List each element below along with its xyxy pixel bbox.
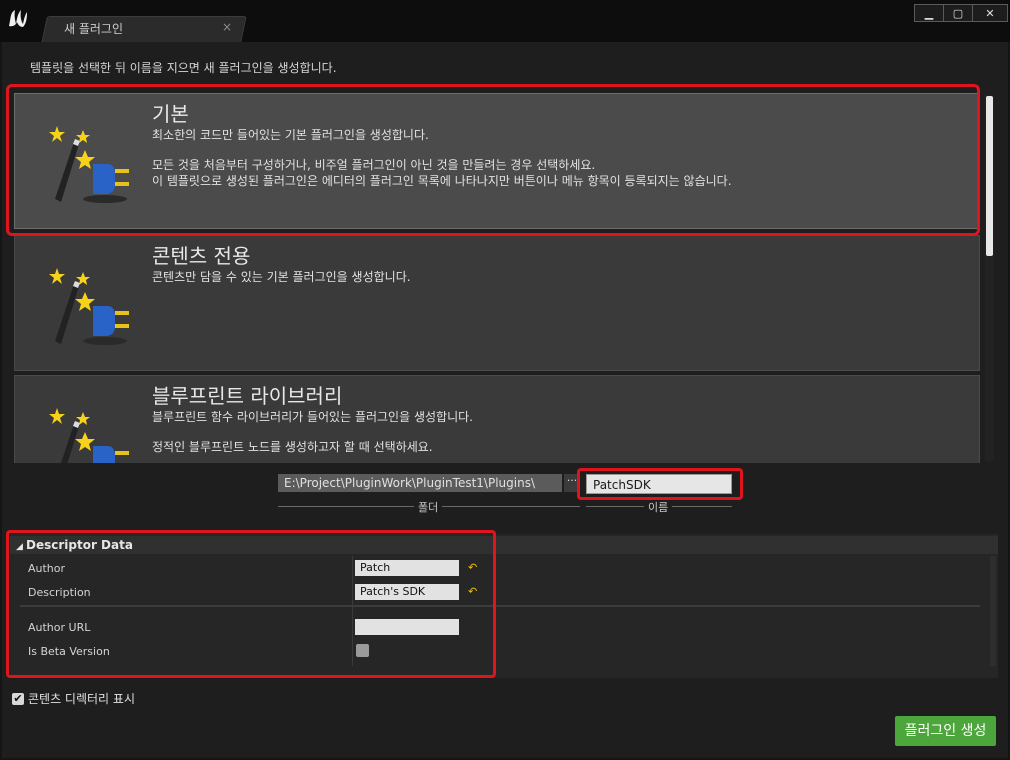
is-beta-version-label: Is Beta Version <box>28 645 110 658</box>
template-description: 블루프린트 함수 라이브러리가 들어있는 플러그인을 생성합니다. <box>152 410 473 424</box>
descriptor-data-title: Descriptor Data <box>26 538 133 552</box>
is-beta-version-checkbox[interactable] <box>356 644 369 657</box>
descriptor-separator <box>20 605 980 607</box>
window-controls: ▁ ▢ ✕ <box>914 4 1008 22</box>
reset-to-default-icon[interactable]: ↶ <box>468 585 477 598</box>
template-title: 블루프린트 라이브러리 <box>152 384 343 408</box>
instruction-text: 템플릿을 선택한 뒤 이름을 지으면 새 플러그인을 생성합니다. <box>30 61 337 75</box>
template-description: 콘텐츠만 담을 수 있는 기본 플러그인을 생성합니다. <box>152 270 411 284</box>
template-description: 모든 것을 처음부터 구성하거나, 비주얼 플러그인이 아닌 것을 만들려는 경… <box>152 158 596 172</box>
template-item-content-only[interactable]: 콘텐츠 전용 콘텐츠만 담을 수 있는 기본 플러그인을 생성합니다. <box>14 235 980 371</box>
template-description: 이 템플릿으로 생성된 플러그인은 에디터의 플러그인 목록에 나타나지만 버튼… <box>152 174 732 188</box>
descriptor-data-header[interactable]: ◢ Descriptor Data <box>10 536 998 554</box>
tab-title: 새 플러그인 <box>64 22 124 36</box>
close-button[interactable]: ✕ <box>973 5 1007 21</box>
show-content-directory[interactable]: ✔ 콘텐츠 디렉터리 표시 <box>12 690 135 707</box>
descriptor-scrollbar[interactable] <box>990 556 996 666</box>
create-plugin-button[interactable]: 플러그인 생성 <box>895 716 996 746</box>
author-url-label: Author URL <box>28 621 91 634</box>
author-url-field[interactable] <box>355 619 459 635</box>
tab-close-icon[interactable]: × <box>222 20 232 34</box>
browse-folder-button[interactable]: ··· <box>564 474 580 492</box>
template-description: 최소한의 코드만 들어있는 기본 플러그인을 생성합니다. <box>152 128 429 142</box>
template-title: 기본 <box>152 102 189 126</box>
show-content-checkbox[interactable]: ✔ <box>12 692 24 705</box>
plugin-wand-icon <box>49 126 129 203</box>
template-description: 정적인 블루프린트 노드를 생성하고자 할 때 선택하세요. <box>152 440 433 454</box>
author-field[interactable]: Patch <box>355 560 459 576</box>
plugin-folder-path-input[interactable]: E:\Project\PluginWork\PluginTest1\Plugin… <box>278 474 562 492</box>
plugin-name-input[interactable]: PatchSDK <box>586 474 732 494</box>
minimize-button[interactable]: ▁ <box>915 5 944 21</box>
reset-to-default-icon[interactable]: ↶ <box>468 561 477 574</box>
template-item-blueprint-library[interactable]: 블루프린트 라이브러리 블루프린트 함수 라이브러리가 들어있는 플러그인을 생… <box>14 375 980 463</box>
maximize-button[interactable]: ▢ <box>944 5 973 21</box>
description-field[interactable]: Patch's SDK <box>355 584 459 600</box>
name-caption: 이름 <box>644 499 673 515</box>
collapse-triangle-icon[interactable]: ◢ <box>16 538 23 556</box>
template-list: 기본 최소한의 코드만 들어있는 기본 플러그인을 생성합니다. 모든 것을 처… <box>12 93 982 463</box>
show-content-label: 콘텐츠 디렉터리 표시 <box>28 692 135 706</box>
plugin-wand-icon <box>49 408 129 463</box>
template-title: 콘텐츠 전용 <box>152 244 251 268</box>
template-scrollbar-thumb[interactable] <box>986 96 993 256</box>
property-column-divider[interactable] <box>352 556 353 666</box>
description-label: Description <box>28 586 91 599</box>
template-item-basic[interactable]: 기본 최소한의 코드만 들어있는 기본 플러그인을 생성합니다. 모든 것을 처… <box>14 93 980 229</box>
plugin-window: 새 플러그인 × ▁ ▢ ✕ 템플릿을 선택한 뒤 이름을 지으면 새 플러그인… <box>0 0 1010 760</box>
plugin-wand-icon <box>49 268 129 345</box>
folder-caption: 폴더 <box>414 499 443 515</box>
author-label: Author <box>28 562 66 575</box>
unreal-logo-icon <box>9 10 27 27</box>
